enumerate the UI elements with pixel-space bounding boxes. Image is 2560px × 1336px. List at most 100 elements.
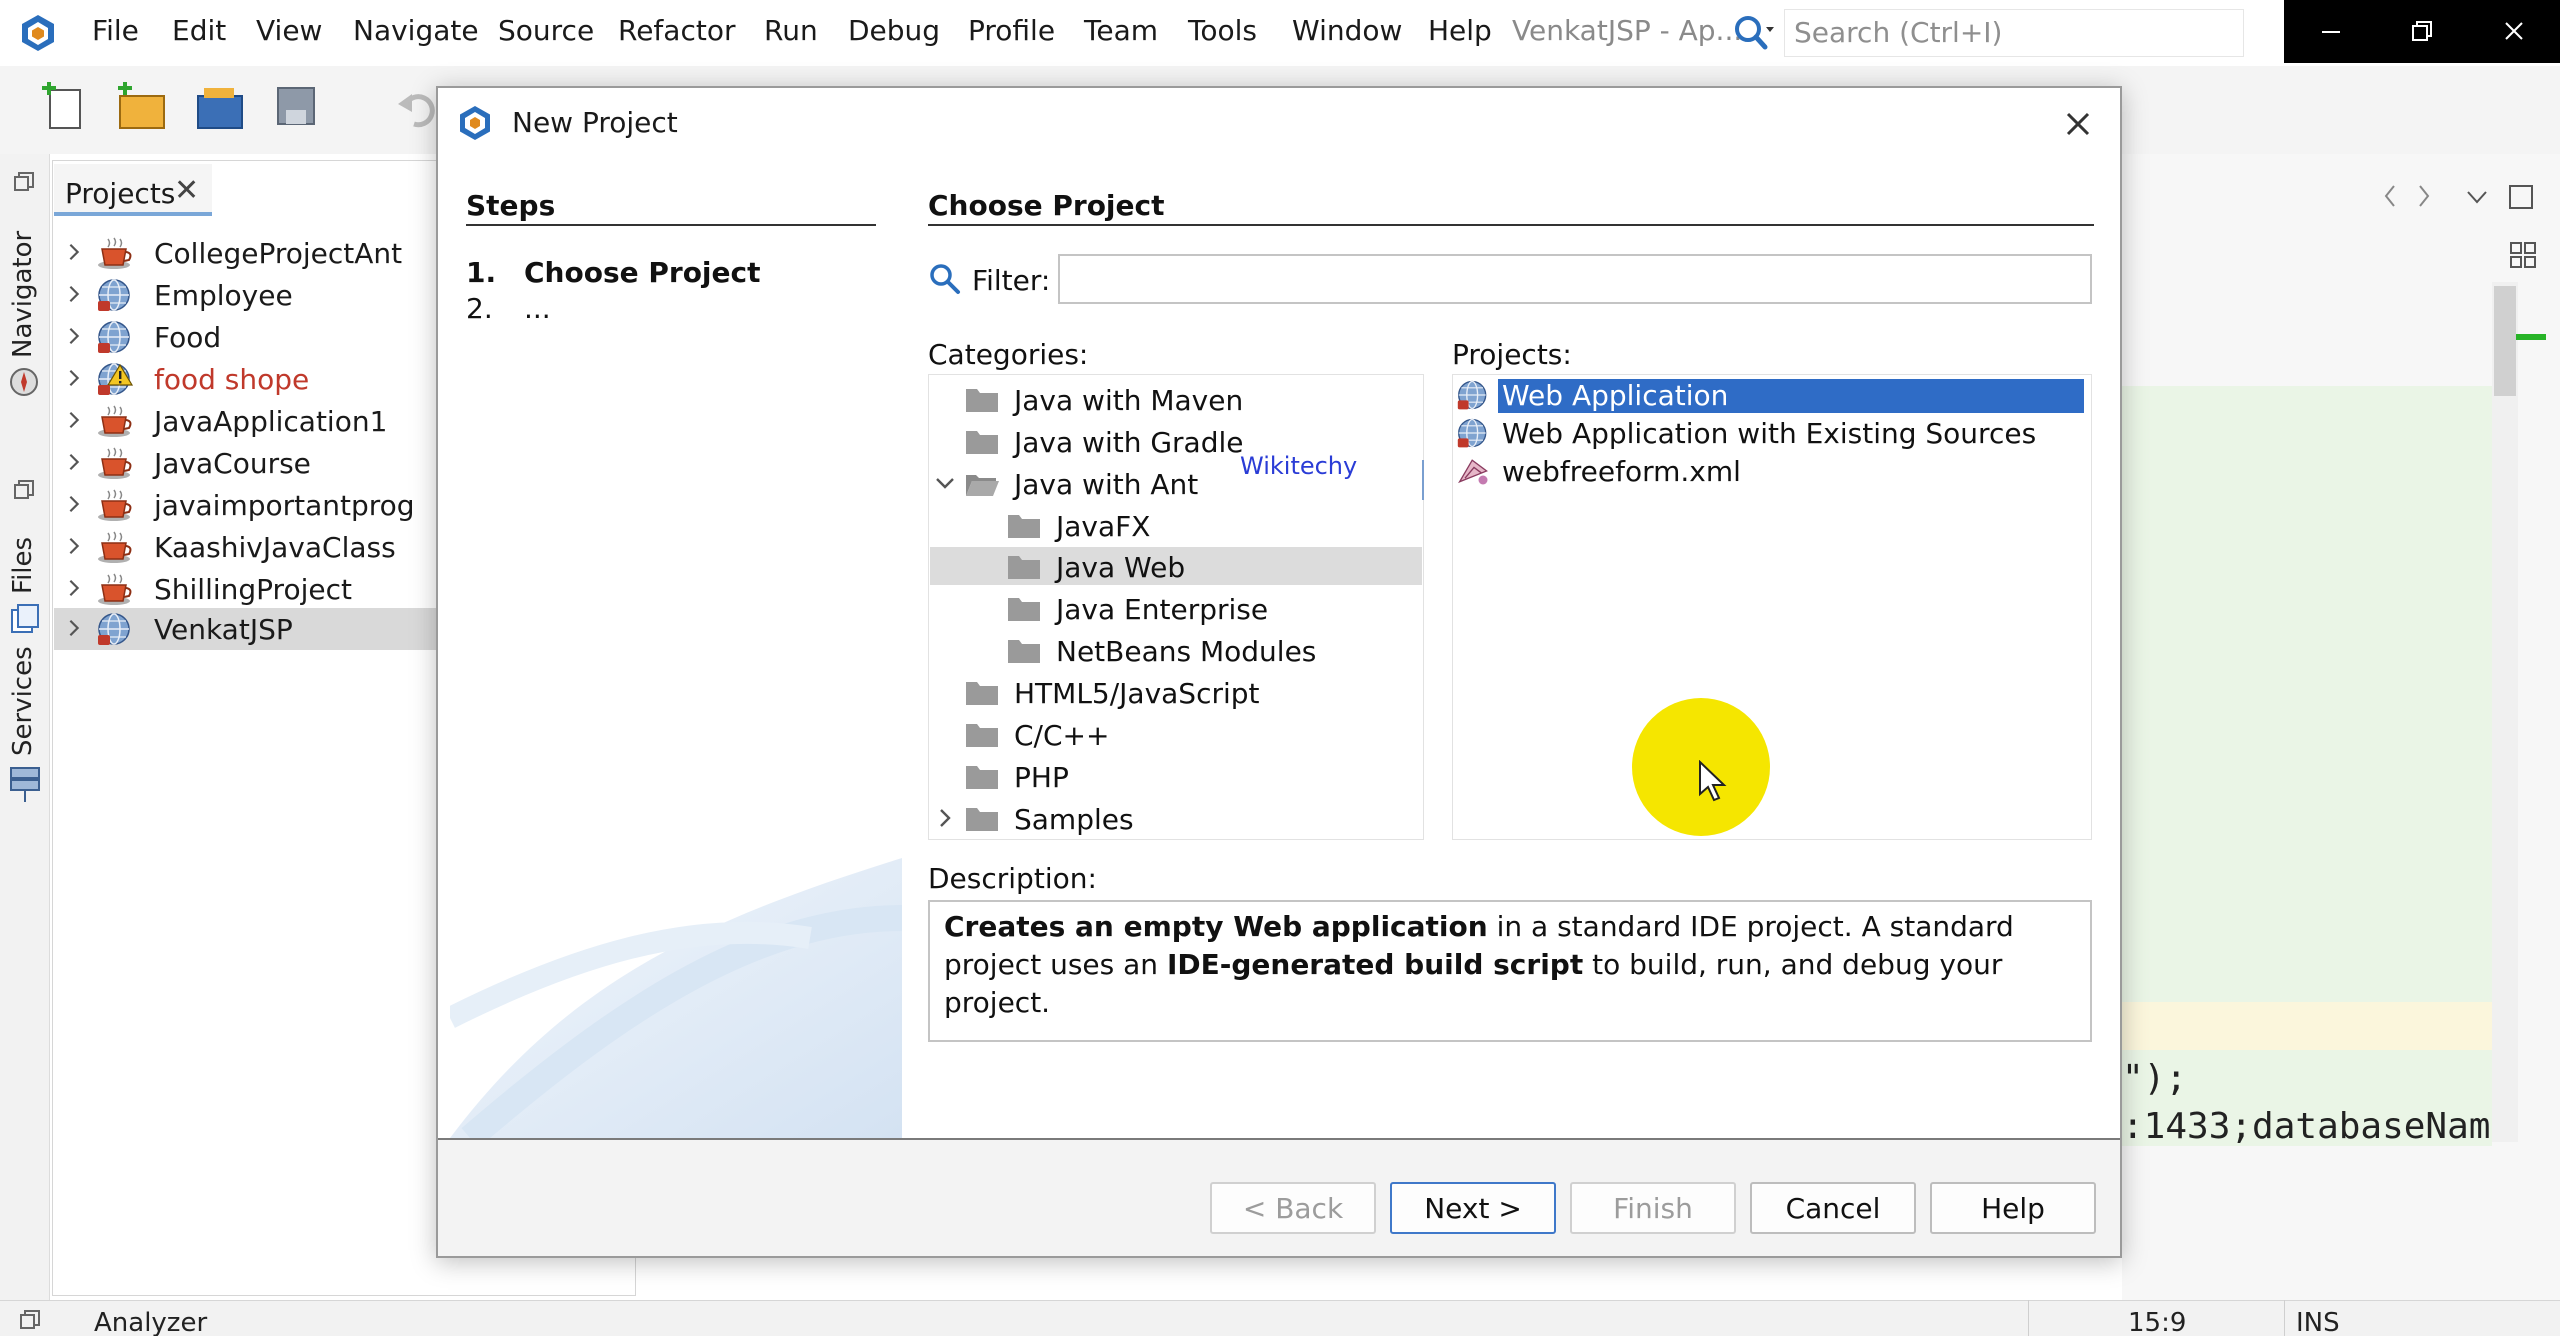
expand-chevron-icon[interactable]	[64, 283, 84, 305]
files-tab[interactable]: Files	[8, 537, 38, 594]
filter-label: Filter:	[972, 264, 1051, 297]
expand-chevron-icon[interactable]	[64, 577, 84, 599]
cancel-button[interactable]: Cancel	[1750, 1182, 1916, 1234]
expand-chevron-icon[interactable]	[934, 807, 956, 829]
close-icon[interactable]	[2050, 96, 2106, 152]
globe-icon	[1457, 418, 1487, 448]
expand-chevron-icon[interactable]	[64, 535, 84, 557]
menu-profile[interactable]: Profile	[968, 14, 1055, 47]
expand-chevron-icon[interactable]	[64, 451, 84, 473]
services-tab[interactable]: Services	[8, 646, 38, 756]
step-number: 1.	[466, 256, 497, 289]
expand-chevron-icon[interactable]	[64, 493, 84, 515]
categories-label: Categories:	[928, 338, 1089, 371]
split-view-icon[interactable]	[2508, 240, 2538, 270]
tree-item-label: food shope	[154, 363, 310, 396]
tree-item[interactable]: JavaCourse	[54, 442, 438, 484]
scroll-tabs-left-right-icon[interactable]	[2380, 180, 2436, 212]
restore-analyzer-icon[interactable]	[18, 1308, 42, 1332]
menu-debug[interactable]: Debug	[848, 14, 940, 47]
steps-title: Steps	[466, 189, 556, 222]
menu-edit[interactable]: Edit	[172, 14, 226, 47]
tree-item[interactable]: ShillingProject	[54, 568, 438, 610]
new-project-icon[interactable]	[116, 82, 168, 134]
menu-help[interactable]: Help	[1428, 14, 1492, 47]
tree-item[interactable]: JavaApplication1	[54, 400, 438, 442]
menu-tools[interactable]: Tools	[1188, 14, 1257, 47]
watermark-text: Wikitechy	[1240, 452, 1358, 480]
globe-icon	[98, 279, 130, 311]
folder-icon	[1008, 515, 1040, 538]
project-type-item[interactable]: Web Application	[1454, 376, 2090, 414]
tree-item[interactable]: javaimportantprog	[54, 484, 438, 526]
restore-window-icon[interactable]	[12, 170, 36, 194]
category-item[interactable]: PHP	[930, 757, 1422, 795]
category-item[interactable]: Java with Maven	[930, 380, 1422, 418]
show-opened-documents-icon[interactable]	[2462, 182, 2492, 212]
tree-item[interactable]: food shope	[54, 358, 438, 400]
new-file-icon[interactable]	[40, 82, 92, 134]
tree-item[interactable]: Employee	[54, 274, 438, 316]
expand-chevron-icon[interactable]	[64, 617, 84, 639]
category-item[interactable]: C/C++	[930, 715, 1422, 753]
category-item[interactable]: Java Enterprise	[930, 589, 1422, 627]
status-insert-mode[interactable]: INS	[2296, 1308, 2340, 1336]
navigator-tab[interactable]: Navigator	[8, 231, 38, 358]
menu-source[interactable]: Source	[498, 14, 594, 47]
close-window-icon[interactable]	[2468, 0, 2560, 63]
status-caret-position: 15:9	[2128, 1308, 2187, 1336]
steps-panel	[450, 158, 902, 1138]
category-item[interactable]: Java Web	[930, 547, 1422, 585]
category-label: Java with Gradle	[1014, 426, 1244, 459]
save-all-icon[interactable]	[272, 82, 324, 134]
filter-search-icon	[930, 264, 960, 294]
minimize-icon[interactable]	[2284, 0, 2376, 63]
help-button[interactable]: Help	[1930, 1182, 2096, 1234]
category-item[interactable]: JavaFX	[930, 506, 1422, 544]
menu-run[interactable]: Run	[764, 14, 818, 47]
menu-navigate[interactable]: Navigate	[353, 14, 479, 47]
collapse-chevron-icon[interactable]	[934, 472, 956, 494]
editor-scroll-thumb[interactable]	[2494, 286, 2516, 396]
tree-item-label: CollegeProjectAnt	[154, 237, 403, 270]
category-item[interactable]: Samples	[930, 799, 1422, 837]
tree-item[interactable]: Food	[54, 316, 438, 358]
tree-item[interactable]: KaashivJavaClass	[54, 526, 438, 568]
menu-view[interactable]: View	[256, 14, 322, 47]
menu-refactor[interactable]: Refactor	[618, 14, 735, 47]
search-icon[interactable]	[1732, 13, 1776, 53]
expand-chevron-icon[interactable]	[64, 367, 84, 389]
status-separator-2	[2284, 1300, 2285, 1336]
category-item[interactable]: NetBeans Modules	[930, 631, 1422, 669]
coffee-cup-icon	[98, 237, 132, 269]
restore-window-icon-2[interactable]	[12, 478, 36, 502]
projects-tab-close-icon[interactable]: ✕	[174, 173, 199, 208]
tree-item-label: JavaCourse	[154, 447, 311, 480]
open-project-icon[interactable]	[194, 82, 246, 134]
project-type-item[interactable]: webfreeform.xml	[1454, 452, 2090, 490]
menu-file[interactable]: File	[92, 14, 139, 47]
editor-scrollbar[interactable]	[2492, 282, 2518, 1142]
filter-input[interactable]	[1058, 254, 2092, 304]
tree-item[interactable]: CollegeProjectAnt	[54, 232, 438, 274]
project-type-item[interactable]: Web Application with Existing Sources	[1454, 414, 2090, 452]
category-item[interactable]: HTML5/JavaScript	[930, 673, 1422, 711]
tree-item[interactable]: VenkatJSP	[54, 608, 438, 650]
expand-chevron-icon[interactable]	[64, 409, 84, 431]
expand-chevron-icon[interactable]	[64, 241, 84, 263]
coffee-cup-icon	[98, 531, 132, 563]
next-button[interactable]: Next >	[1390, 1182, 1556, 1234]
back-button[interactable]: < Back	[1210, 1182, 1376, 1234]
expand-chevron-icon[interactable]	[64, 325, 84, 347]
status-analyzer[interactable]: Analyzer	[94, 1308, 207, 1336]
finish-button[interactable]: Finish	[1570, 1182, 1736, 1234]
restore-icon[interactable]	[2376, 0, 2468, 63]
menu-team[interactable]: Team	[1084, 14, 1158, 47]
maximize-editor-icon[interactable]	[2506, 182, 2536, 212]
category-label: PHP	[1014, 761, 1069, 794]
section-title: Choose Project	[928, 189, 1165, 222]
netbeans-logo-icon	[22, 15, 54, 51]
menu-window[interactable]: Window	[1292, 14, 1402, 47]
tree-item-label: Food	[154, 321, 222, 354]
mouse-cursor-icon	[1699, 760, 1727, 802]
